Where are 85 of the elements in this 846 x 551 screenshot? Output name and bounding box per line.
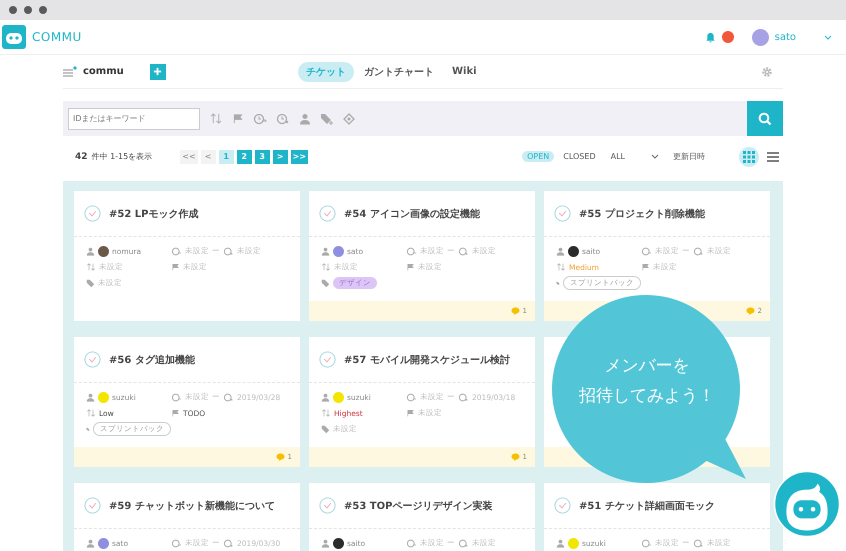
- clock-start-icon: [406, 246, 417, 256]
- notification-badge[interactable]: [722, 31, 734, 43]
- flag-icon: [171, 263, 180, 271]
- ticket-title[interactable]: #59 チャットボット新機能について: [109, 498, 275, 512]
- flag-icon: [406, 409, 415, 417]
- check-circle-icon[interactable]: [319, 205, 336, 222]
- tag-plus-icon[interactable]: [320, 112, 334, 124]
- clock-end-icon: [458, 246, 469, 256]
- menu-icon[interactable]: [63, 66, 77, 78]
- ticket-title[interactable]: #54 アイコン画像の設定機能: [344, 206, 480, 220]
- search-icon: [758, 112, 772, 126]
- person-icon: [321, 246, 330, 256]
- person-icon: [86, 538, 95, 548]
- result-range: 件中 1-15を表示: [92, 151, 152, 162]
- caret-icon[interactable]: [824, 34, 832, 40]
- person-icon: [86, 392, 95, 402]
- clock-start-icon: [171, 392, 182, 402]
- comment-icon: [510, 307, 520, 315]
- ticket-title[interactable]: #51 チケット詳細画面モック: [579, 498, 715, 512]
- clock-start-icon: [641, 538, 652, 548]
- add-button[interactable]: [150, 64, 166, 80]
- clock-end-icon: [693, 538, 704, 548]
- clock-end-icon[interactable]: [276, 112, 290, 124]
- person-icon: [86, 246, 95, 256]
- tag-icon: [321, 424, 330, 434]
- sort-arrows-icon: [86, 409, 96, 417]
- clock-end-icon: [223, 538, 234, 548]
- clock-start-icon: [171, 538, 182, 548]
- person-icon[interactable]: [299, 112, 311, 124]
- search-button[interactable]: [747, 101, 783, 136]
- tab[interactable]: ガントチャート: [356, 62, 442, 82]
- avatar[interactable]: [752, 28, 769, 46]
- sort-option[interactable]: 更新日時: [673, 151, 705, 162]
- scope-dropdown[interactable]: ALL: [610, 152, 659, 161]
- clock-start-icon: [641, 246, 652, 256]
- check-circle-icon[interactable]: [319, 351, 336, 368]
- check-circle-icon[interactable]: [84, 497, 101, 514]
- target-icon[interactable]: [343, 112, 355, 124]
- clock-end-icon: [458, 392, 469, 402]
- status-filter-tab[interactable]: CLOSED: [558, 151, 601, 162]
- check-circle-icon[interactable]: [84, 351, 101, 368]
- ticket-title[interactable]: #53 TOPページリデザイン実装: [344, 498, 492, 512]
- person-icon: [556, 246, 565, 256]
- flag-icon: [641, 263, 650, 271]
- search-field[interactable]: IDまたはキーワード: [68, 108, 200, 130]
- caret-icon: [651, 154, 659, 159]
- clock-end-icon: [223, 246, 234, 256]
- sort-arrows-icon: [556, 263, 566, 271]
- flag-icon: [171, 409, 180, 417]
- sort-arrows-icon: [321, 263, 331, 271]
- ticket-title[interactable]: #57 モバイル開発スケジュール検討: [344, 352, 510, 366]
- person-icon: [321, 538, 330, 548]
- project-name[interactable]: commu: [83, 66, 124, 77]
- settings-icon[interactable]: [761, 66, 773, 78]
- comment-icon: [276, 453, 285, 461]
- check-circle-icon[interactable]: [554, 205, 571, 222]
- chatbot-robot-icon[interactable]: [773, 470, 841, 538]
- sort-arrows-icon: [321, 409, 331, 417]
- ticket-count: 42: [75, 152, 88, 162]
- plus-icon: [153, 67, 162, 76]
- person-icon: [321, 392, 330, 402]
- person-icon: [556, 538, 565, 548]
- check-circle-icon[interactable]: [84, 205, 101, 222]
- check-circle-icon[interactable]: [554, 497, 571, 514]
- flag-icon[interactable]: [232, 113, 244, 124]
- sort-arrows-icon[interactable]: [209, 113, 223, 124]
- tag-icon: [321, 278, 330, 288]
- comment-icon: [510, 453, 520, 461]
- clock-start-icon: [406, 392, 417, 402]
- check-circle-icon[interactable]: [319, 497, 336, 514]
- clock-end-icon: [693, 246, 704, 256]
- clock-end-icon: [223, 392, 234, 402]
- clock-end-icon: [458, 538, 469, 548]
- bell-icon[interactable]: [704, 32, 716, 42]
- tab[interactable]: Wiki: [444, 63, 485, 80]
- tag-icon: [86, 278, 95, 288]
- comment-icon: [746, 307, 755, 315]
- ticket-title[interactable]: #56 タグ追加機能: [109, 352, 195, 366]
- clock-start-icon: [171, 246, 182, 256]
- clock-start-icon[interactable]: [253, 112, 267, 124]
- clock-start-icon: [406, 538, 417, 548]
- ticket-title[interactable]: #55 プロジェクト削除機能: [579, 206, 705, 220]
- flag-icon: [406, 263, 415, 271]
- ticket-title[interactable]: #52 LPモック作成: [109, 206, 198, 220]
- sort-arrows-icon: [86, 263, 96, 271]
